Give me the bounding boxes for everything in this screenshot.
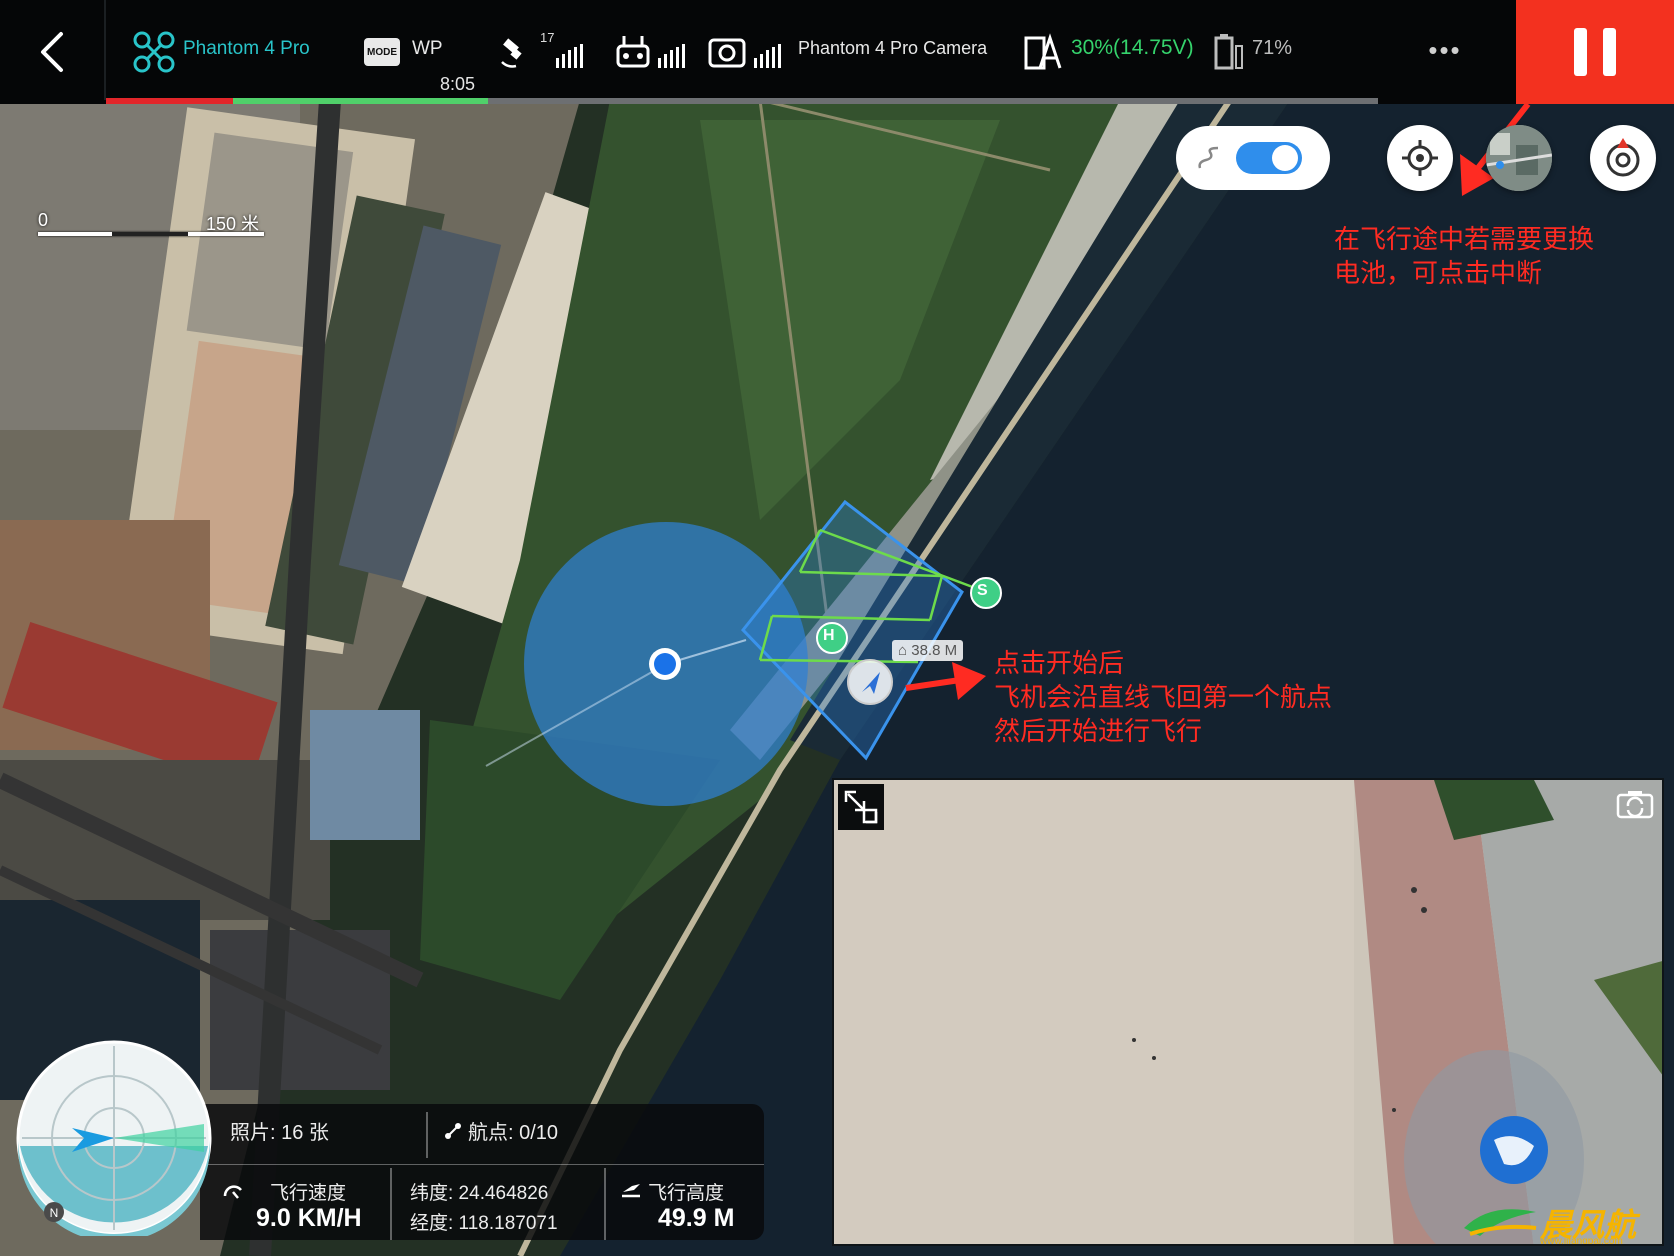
aircraft-name: Phantom 4 Pro (183, 38, 310, 59)
speed-value: 9.0 KM/H (256, 1204, 362, 1232)
flight-battery-icon (1024, 33, 1062, 70)
crosshair-icon (1402, 140, 1438, 176)
rc-signal-bars-icon (658, 44, 685, 68)
radar-north-label: N (50, 1206, 59, 1220)
compass-orientation-button[interactable] (1590, 125, 1656, 191)
camera-icon (708, 38, 746, 68)
chevron-left-icon (41, 32, 63, 72)
map-mode-toggle[interactable] (1176, 126, 1330, 190)
scale-zero-label: 0 (38, 210, 49, 230)
video-signal-bars-icon (754, 44, 781, 68)
collapse-preview-button[interactable] (838, 784, 884, 830)
altitude-value: 49.9 M (658, 1204, 735, 1232)
satellite-icon (501, 38, 522, 68)
minimize-icon (844, 790, 878, 824)
aerial-camera-feed (834, 780, 1662, 1244)
map-layer-button[interactable] (1486, 125, 1552, 191)
progress-segment-red (106, 98, 233, 104)
more-options-button[interactable]: ••• (1420, 30, 1470, 70)
waypoint-progress: 航点: 0/10 (468, 1122, 559, 1144)
top-status-bar: Phantom 4 Pro MODE WP 8:05 17 Phantom 4 … (0, 0, 1674, 104)
gps-signal-bars-icon (556, 44, 583, 68)
telemetry-panel: 照片: 16 张 航点: 0/10 飞行速度 9.0 KM/H 纬度: 24.4… (200, 1104, 764, 1240)
compass-icon (1606, 138, 1640, 177)
remote-controller-icon (616, 36, 650, 68)
latitude-value: 纬度: 24.464826 (410, 1183, 549, 1204)
photo-count: 照片: 16 张 (230, 1122, 329, 1144)
speed-icon (223, 1185, 242, 1199)
home-point-label: H (823, 627, 835, 644)
device-battery-level: 71% (1252, 37, 1293, 59)
locate-button[interactable] (1387, 125, 1453, 191)
battery-status: 30%(14.75V) (1071, 36, 1194, 59)
attitude-radar: N (16, 1040, 212, 1236)
camera-switch-icon (1616, 791, 1654, 819)
drone-icon (133, 31, 175, 73)
flight-mode-label: WP (412, 38, 443, 59)
speed-label: 飞行速度 (270, 1183, 347, 1204)
progress-segment-green (233, 98, 488, 104)
switch-camera-button[interactable] (1612, 784, 1658, 824)
camera-preview[interactable]: 晨风航拍 www.jifangpai.com (832, 778, 1664, 1246)
back-button[interactable] (0, 0, 104, 104)
longitude-value: 经度: 118.187071 (410, 1213, 558, 1234)
watermark-url: www.jifangpai.com (1540, 1236, 1623, 1246)
toggle-switch[interactable] (1236, 142, 1302, 174)
satellite-count: 17 (540, 30, 555, 45)
aircraft-marker (847, 659, 893, 705)
home-distance-label: ⌂ 38.8 M (892, 640, 964, 661)
annotation-start-hint: 点击开始后 飞机会沿直线飞回第一个航点 然后开始进行飞行 (994, 648, 1333, 746)
pause-icon (1574, 28, 1587, 76)
altitude-icon (622, 1184, 640, 1198)
watermark-logo-icon (1464, 1209, 1537, 1236)
waypoint-start-label: S (977, 582, 988, 599)
device-battery-icon (1214, 34, 1243, 70)
annotation-pause-hint: 在飞行途中若需要更换 电池，可点击中断 (1334, 224, 1595, 288)
map-thumbnail-icon (1486, 125, 1552, 191)
camera-name: Phantom 4 Pro Camera (798, 38, 988, 58)
elapsed-time: 8:05 (440, 74, 476, 94)
altitude-label: 飞行高度 (648, 1183, 725, 1204)
pause-mission-button[interactable] (1516, 0, 1674, 104)
flight-route-icon (1198, 146, 1219, 169)
mode-badge: MODE (364, 38, 400, 66)
waypoint-icon (445, 1123, 461, 1139)
